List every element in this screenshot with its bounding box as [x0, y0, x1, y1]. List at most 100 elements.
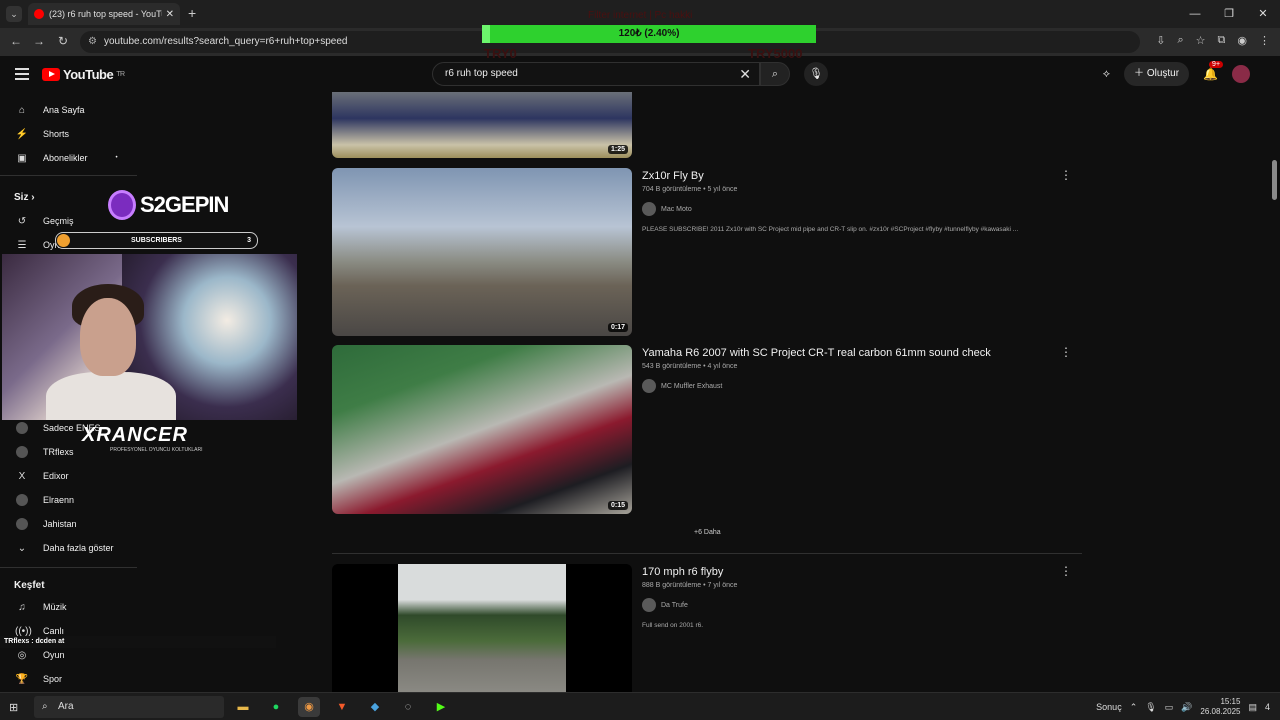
notification-center-icon[interactable]: ▤ — [1248, 702, 1257, 713]
weather-text[interactable]: Sonuç — [1096, 702, 1122, 712]
new-tab-button[interactable]: + — [188, 5, 196, 21]
video-views-age: 543 B görüntüleme • 4 yıl önce — [642, 363, 738, 370]
hamburger-menu-icon[interactable] — [15, 68, 29, 80]
video-thumbnail[interactable]: 1:25 — [332, 92, 632, 158]
extensions-icon[interactable]: ⧉ — [1218, 34, 1226, 47]
display-icon[interactable]: ▭ — [1165, 702, 1174, 713]
account-avatar[interactable] — [1232, 65, 1250, 83]
sidebar-channel-edixor[interactable]: X Edixor — [0, 466, 140, 486]
search-input[interactable]: r6 ruh top speed ✕ — [432, 62, 760, 86]
sidebar-channel-jahistan[interactable]: Jahistan — [0, 514, 140, 534]
voice-search-button[interactable]: 🎙 — [804, 62, 828, 86]
donation-progress-label: 120₺ (2.40%) — [618, 28, 680, 39]
sidebar-show-more[interactable]: ⌄ Daha fazla göster — [0, 538, 140, 558]
sidebar-item-shorts[interactable]: ⚡ Shorts — [0, 124, 140, 144]
history-icon: ↺ — [17, 215, 27, 227]
new-content-dot-icon: • — [115, 155, 118, 161]
subscriber-goal-count: 3 — [247, 237, 251, 244]
search-button[interactable]: ⌕ — [760, 62, 790, 86]
browser-tab[interactable]: (23) r6 ruh top speed - YouTub ✕ — [28, 3, 180, 25]
sidebar-item-sports[interactable]: 🏆 Spor — [0, 669, 140, 689]
taskbar-search[interactable]: ⌕ Ara — [34, 696, 224, 718]
video-thumbnail[interactable]: 0:17 — [332, 168, 632, 336]
clock-date: 26.08.2025 — [1200, 707, 1241, 716]
video-result[interactable]: 170 mph r6 flyby 888 B görüntüleme • 7 y… — [332, 564, 1082, 692]
video-title[interactable]: Zx10r Fly By — [642, 170, 1062, 182]
window-controls: — ❐ ✕ — [1178, 0, 1280, 28]
site-info-icon[interactable]: ⚙ — [88, 31, 97, 53]
sidebar-item-subscriptions[interactable]: ▣ Abonelikler • — [0, 148, 140, 168]
file-explorer-icon[interactable]: ▬ — [232, 697, 254, 717]
minimize-button[interactable]: — — [1178, 0, 1212, 28]
search-query-text: r6 ruh top speed — [445, 68, 518, 79]
taskbar-clock[interactable]: 15:15 26.08.2025 — [1200, 697, 1240, 717]
bookmark-star-icon[interactable]: ☆ — [1196, 34, 1206, 47]
sidebar-you-heading[interactable]: Siz › — [14, 192, 35, 203]
volume-icon[interactable]: 🔊 — [1181, 702, 1192, 713]
reload-button[interactable]: ↻ — [58, 34, 68, 48]
close-window-button[interactable]: ✕ — [1246, 0, 1280, 28]
app-icon[interactable]: ◆ — [364, 697, 386, 717]
cast-icon[interactable]: ⟡ — [1103, 68, 1110, 81]
more-actions-icon[interactable]: ⋮ — [1060, 168, 1072, 182]
page-scrollbar-thumb[interactable] — [1272, 160, 1277, 200]
video-thumbnail[interactable] — [332, 564, 632, 692]
back-button[interactable]: ← — [10, 34, 22, 48]
subscriber-goal-label: SUBSCRIBERS — [131, 237, 182, 244]
obs-icon[interactable]: ◌ — [397, 697, 419, 717]
playlists-icon: ☰ — [17, 239, 27, 251]
goal-start-label: TRY0 — [484, 46, 517, 61]
video-description: PLEASE SUBSCRIBE! 2011 Zx10r with SC Pro… — [642, 226, 1019, 233]
sidebar-item-music[interactable]: ♫ Müzik — [0, 597, 140, 617]
tab-search-button[interactable]: ⌄ — [6, 6, 22, 22]
brave-icon[interactable]: ▼ — [331, 697, 353, 717]
video-title[interactable]: Yamaha R6 2007 with SC Project CR-T real… — [642, 347, 1062, 359]
forward-button[interactable]: → — [33, 34, 45, 48]
video-result[interactable]: 0:15 Yamaha R6 2007 with SC Project CR-T… — [332, 345, 1082, 514]
sidebar-item-label: Geçmiş — [43, 216, 74, 226]
edixor-x-icon: X — [18, 470, 26, 482]
video-channel[interactable]: Mac Moto — [642, 202, 1062, 216]
video-thumbnail[interactable]: 0:15 — [332, 345, 632, 514]
sidebar-item-label: TRflexs — [43, 447, 74, 457]
microphone-icon[interactable]: 🎙 — [1145, 702, 1156, 713]
create-button[interactable]: ＋ Oluştur — [1124, 62, 1190, 86]
more-actions-icon[interactable]: ⋮ — [1060, 564, 1072, 578]
channel-avatar — [642, 379, 656, 393]
video-title[interactable]: 170 mph r6 flyby — [642, 566, 1062, 578]
sidebar-item-gaming[interactable]: ◎ Oyun — [0, 645, 140, 665]
subscriptions-icon: ▣ — [17, 152, 27, 164]
sidebar-divider — [0, 175, 137, 176]
channel-avatar — [642, 598, 656, 612]
more-actions-icon[interactable]: ⋮ — [1060, 345, 1072, 359]
video-channel[interactable]: Da Trufe — [642, 598, 1062, 612]
profile-icon[interactable]: ◉ — [1237, 34, 1247, 47]
toolbar-icons: ⇩ ⌕ ☆ ⧉ ◉ ⋮ — [1156, 34, 1270, 47]
video-channel[interactable]: MC Muffler Exhaust — [642, 379, 1062, 393]
sidebar-item-label: Abonelikler — [43, 153, 88, 163]
tab-close-icon[interactable]: ✕ — [166, 9, 174, 20]
video-result[interactable]: 0:17 Zx10r Fly By 704 B görüntüleme • 5 … — [332, 168, 1082, 336]
install-app-icon[interactable]: ⇩ — [1156, 34, 1165, 47]
sidebar-channel-elraenn[interactable]: Elraenn — [0, 490, 140, 510]
spotify-icon[interactable]: ● — [265, 697, 287, 717]
home-icon: ⌂ — [18, 104, 26, 116]
clear-search-icon[interactable]: ✕ — [739, 63, 751, 85]
sponsor-logo-s2gepin: S2GEPIN — [108, 190, 229, 220]
zoom-icon[interactable]: ⌕ — [1177, 34, 1183, 47]
video-result[interactable]: 1:25 — [332, 92, 1082, 158]
notifications-bell-icon[interactable]: 🔔 9+ — [1203, 61, 1224, 81]
show-more-results-button[interactable]: +6 Daha — [694, 529, 721, 536]
tray-chevron-icon[interactable]: ⌃ — [1130, 702, 1138, 713]
youtube-logo[interactable]: YouTube TR — [42, 67, 125, 82]
windows-start-icon[interactable]: ⊞ — [9, 701, 18, 714]
video-duration: 0:15 — [607, 501, 628, 510]
restore-button[interactable]: ❐ — [1212, 0, 1246, 28]
sidebar-item-home[interactable]: ⌂ Ana Sayfa — [0, 100, 140, 120]
kick-icon[interactable]: ▶ — [430, 697, 452, 717]
clock-time: 15:15 — [1220, 697, 1241, 706]
chrome-icon[interactable]: ◉ — [298, 697, 320, 717]
browser-menu-icon[interactable]: ⋮ — [1259, 34, 1270, 47]
sidebar-divider — [0, 567, 137, 568]
trophy-icon: 🏆 — [15, 673, 29, 685]
